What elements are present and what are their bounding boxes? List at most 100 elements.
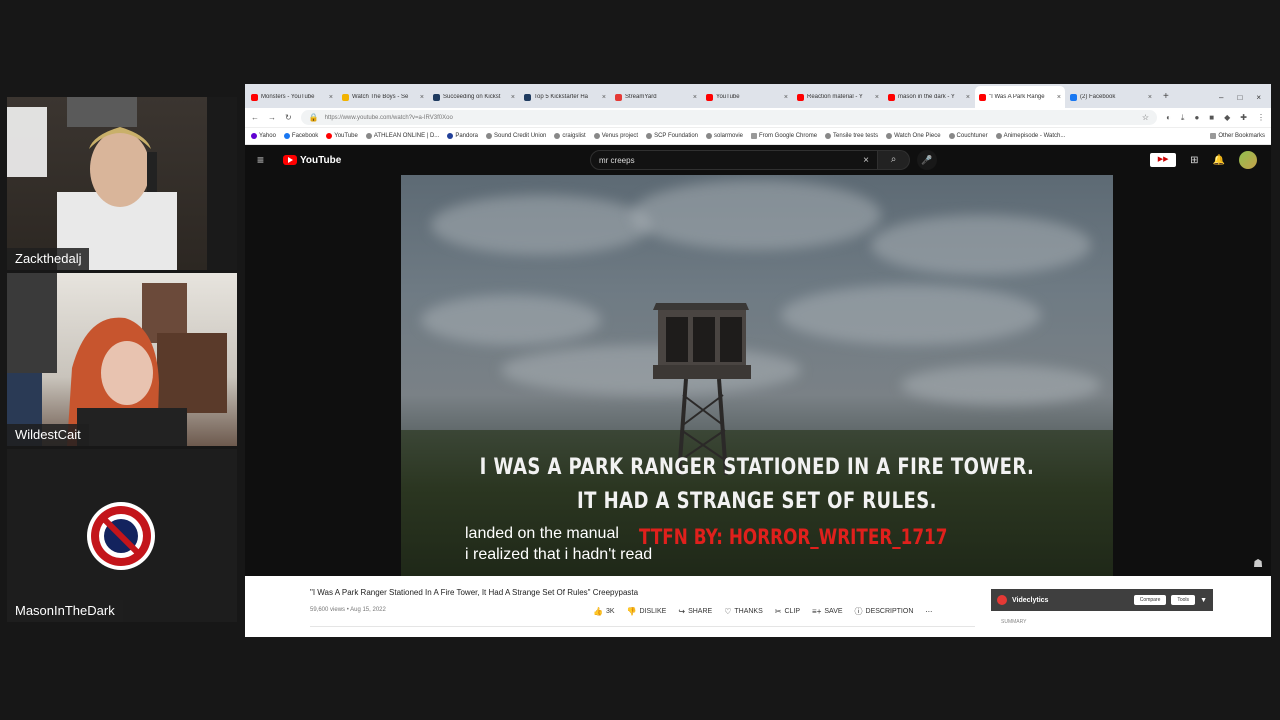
- minimize-icon[interactable]: –: [1219, 93, 1223, 102]
- address-bar[interactable]: 🔒 https://www.youtube.com/watch?v=a-IRV3…: [300, 110, 1158, 125]
- bookmark-star-icon[interactable]: ☆: [1142, 113, 1149, 122]
- lock-icon: 🔒: [308, 113, 319, 122]
- bookmark-label: Couchtuner: [956, 133, 988, 139]
- user-avatar[interactable]: [1239, 151, 1257, 169]
- window-controls: – □ ×: [1209, 86, 1271, 108]
- thanks-button[interactable]: ♡ THANKS: [724, 606, 763, 617]
- amazon-favicon-icon: [342, 93, 349, 101]
- bookmark-favicon-icon: [447, 133, 454, 139]
- tools-button[interactable]: Tools: [1171, 595, 1196, 605]
- bookmark-item[interactable]: Watch One Piece: [886, 133, 941, 139]
- bookmark-label: Other Bookmarks: [1218, 133, 1265, 139]
- youtube-logo[interactable]: YouTube: [283, 155, 341, 166]
- search-icon[interactable]: ⌕: [878, 150, 910, 170]
- close-window-icon[interactable]: ×: [1256, 93, 1261, 102]
- bookmark-label: Tensile tree tests: [833, 133, 879, 139]
- tab-park-ranger-active[interactable]: "I Was A Park Range ×: [975, 86, 1065, 108]
- bookmark-item[interactable]: solarmovie: [706, 133, 743, 139]
- participant-video-2: [7, 273, 237, 446]
- bookmark-favicon-icon: [995, 133, 1002, 139]
- more-actions-icon[interactable]: ⋯: [925, 606, 932, 617]
- bookmark-item[interactable]: Yahoo: [251, 133, 276, 139]
- close-icon[interactable]: ×: [693, 94, 697, 101]
- thanks-label: THANKS: [734, 608, 763, 615]
- extension-badge-icon[interactable]: ▶▶: [1150, 153, 1177, 167]
- save-label: SAVE: [824, 608, 843, 615]
- close-icon[interactable]: ×: [784, 94, 788, 101]
- forward-icon[interactable]: →: [268, 113, 276, 122]
- clip-button[interactable]: ✂ CLIP: [775, 606, 800, 617]
- tab-streamyard[interactable]: StreamYard ×: [611, 86, 701, 108]
- dislike-label: DISLIKE: [639, 608, 667, 615]
- video-player-area: I WAS A PARK RANGER STATIONED IN A FIRE …: [245, 175, 1271, 576]
- like-button[interactable]: 👍 3K: [593, 606, 615, 617]
- bookmark-item[interactable]: Tensile tree tests: [825, 133, 878, 139]
- extension-icon[interactable]: ■: [1209, 113, 1214, 123]
- extension-icon[interactable]: ◆: [1224, 113, 1230, 123]
- close-icon[interactable]: ×: [511, 94, 515, 101]
- new-tab-button[interactable]: +: [1157, 86, 1175, 108]
- tab-mason-in-the-dark[interactable]: mason in the dark - Y ×: [884, 86, 974, 108]
- share-button[interactable]: ↪ SHARE: [678, 606, 712, 617]
- shield-icon[interactable]: ◐: [1166, 113, 1171, 123]
- bookmark-item[interactable]: craigslist: [554, 133, 586, 139]
- bookmark-item[interactable]: Couchtuner: [948, 133, 988, 139]
- microphone-icon[interactable]: 🎤: [917, 150, 937, 170]
- notifications-bell-icon[interactable]: 🔔: [1213, 155, 1225, 166]
- thanks-icon: ♡: [724, 607, 732, 616]
- back-icon[interactable]: ←: [251, 113, 259, 122]
- bookmark-item[interactable]: YouTube: [326, 133, 358, 139]
- bookmark-label: Sound Credit Union: [494, 133, 547, 139]
- save-button[interactable]: ≡+ SAVE: [812, 606, 843, 617]
- chevron-down-icon[interactable]: ▼: [1200, 597, 1207, 604]
- tab-title: mason in the dark - Y: [898, 94, 955, 100]
- bookmark-item[interactable]: Pandora: [447, 133, 478, 139]
- close-icon[interactable]: ×: [875, 94, 879, 101]
- close-icon[interactable]: ×: [602, 94, 606, 101]
- video-player[interactable]: I WAS A PARK RANGER STATIONED IN A FIRE …: [401, 175, 1113, 576]
- bookmark-favicon-icon: [593, 133, 600, 139]
- bookmark-item[interactable]: From Google Chrome: [751, 133, 817, 139]
- hamburger-menu-icon[interactable]: ≡: [257, 153, 271, 167]
- description-button[interactable]: ⓘ DESCRIPTION: [855, 606, 914, 617]
- channel-watermark-icon[interactable]: ☗: [1253, 557, 1263, 570]
- bookmark-favicon-icon: [486, 133, 492, 139]
- bookmark-item[interactable]: SCP Foundation: [646, 133, 698, 139]
- bookmark-label: Pandora: [455, 133, 478, 139]
- tab-facebook[interactable]: (2) Facebook ×: [1066, 86, 1156, 108]
- close-icon[interactable]: ×: [1057, 94, 1061, 101]
- tab-youtube[interactable]: YouTube ×: [702, 86, 792, 108]
- bookmark-item[interactable]: Venus project: [593, 133, 638, 139]
- bookmark-item[interactable]: Animepisode - Watch...: [995, 133, 1065, 139]
- tab-the-boys[interactable]: Watch The Boys - Se ×: [338, 86, 428, 108]
- download-icon[interactable]: ⤓: [1181, 113, 1185, 123]
- participant-2-image: [7, 273, 227, 446]
- close-icon[interactable]: ×: [1148, 94, 1152, 101]
- youtube-search-input[interactable]: mr creeps ×: [590, 150, 878, 170]
- bookmark-label: ATHLEAN ONLINE | D...: [373, 133, 440, 139]
- compare-button[interactable]: Compare: [1133, 595, 1167, 605]
- clear-search-icon[interactable]: ×: [863, 155, 869, 166]
- tab-monsters[interactable]: Monsters - YouTube ×: [247, 86, 337, 108]
- tab-kickstarter-1[interactable]: Succeeding on Kickst ×: [429, 86, 519, 108]
- participant-name-3: MasonInTheDark: [7, 600, 123, 622]
- bookmark-item[interactable]: ATHLEAN ONLINE | D...: [365, 133, 440, 139]
- thumbs-up-icon: 👍: [593, 607, 603, 616]
- folder-icon: [1210, 133, 1217, 139]
- author-credit: TTFN BY: HORROR_WRITER_1717: [639, 525, 948, 549]
- bookmark-item[interactable]: Facebook: [283, 133, 318, 139]
- close-icon[interactable]: ×: [329, 94, 333, 101]
- bookmark-item[interactable]: Sound Credit Union: [486, 133, 546, 139]
- close-icon[interactable]: ×: [420, 94, 424, 101]
- maximize-icon[interactable]: □: [1237, 93, 1242, 102]
- tab-kickstarter-2[interactable]: Top 5 Kickstarter Ha ×: [520, 86, 610, 108]
- puzzle-icon[interactable]: ✚: [1240, 113, 1247, 123]
- close-icon[interactable]: ×: [966, 94, 970, 101]
- reload-icon[interactable]: ↻: [285, 113, 292, 122]
- menu-icon[interactable]: ⋮: [1257, 113, 1265, 123]
- create-video-icon[interactable]: ⊞: [1190, 155, 1198, 166]
- dislike-button[interactable]: 👎 DISLIKE: [627, 606, 667, 617]
- extension-icon[interactable]: ●: [1194, 113, 1199, 123]
- tab-reaction-material[interactable]: Reaction material - Y ×: [793, 86, 883, 108]
- other-bookmarks[interactable]: Other Bookmarks: [1210, 133, 1265, 139]
